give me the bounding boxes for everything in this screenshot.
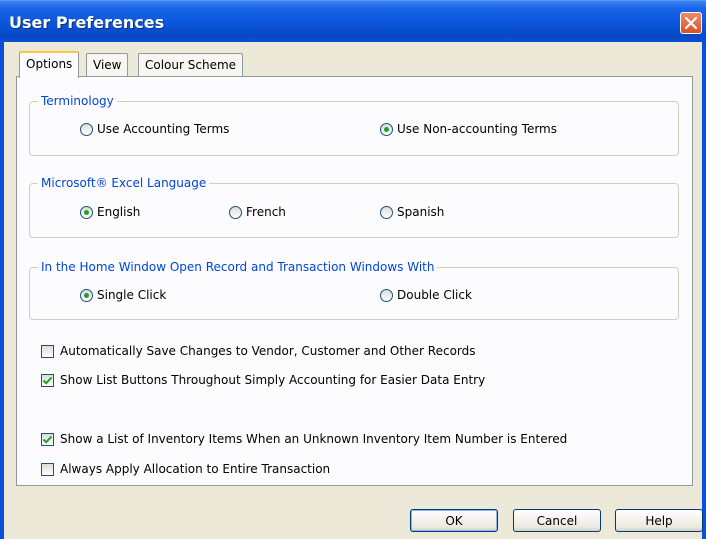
dialog-client: Options View Colour Scheme Terminology U… — [4, 42, 703, 539]
checkbox-box — [41, 344, 54, 358]
tab-colour-scheme[interactable]: Colour Scheme — [138, 53, 244, 77]
user-preferences-window: User Preferences Options View Colour Sch… — [0, 0, 706, 539]
checkbox-box — [41, 462, 54, 476]
checkbox-box — [41, 373, 54, 387]
ok-button[interactable]: OK — [410, 509, 498, 532]
radio-label: Use Non-accounting Terms — [397, 122, 558, 136]
home-window-legend: In the Home Window Open Record and Trans… — [38, 260, 438, 274]
radio-circle-selected — [80, 288, 93, 302]
radio-circle-selected — [80, 205, 93, 219]
radio-label: French — [246, 205, 286, 219]
checkbox-label: Always Apply Allocation to Entire Transa… — [60, 462, 331, 476]
radio-use-non-accounting-terms[interactable]: Use Non-accounting Terms — [380, 122, 557, 136]
home-window-group: In the Home Window Open Record and Trans… — [29, 260, 679, 320]
tab-options[interactable]: Options — [19, 51, 80, 78]
close-icon — [684, 16, 698, 30]
checkbox-label: Show a List of Inventory Items When an U… — [60, 432, 568, 446]
terminology-group: Terminology Use Accounting Terms Use Non… — [29, 94, 679, 156]
checkbox-auto-save-changes[interactable]: Automatically Save Changes to Vendor, Cu… — [41, 344, 476, 358]
radio-label: English — [97, 205, 141, 219]
close-button[interactable] — [680, 12, 702, 34]
radio-french[interactable]: French — [229, 205, 286, 219]
radio-label: Single Click — [97, 288, 167, 302]
checkbox-show-list-buttons[interactable]: Show List Buttons Throughout Simply Acco… — [41, 373, 485, 387]
excel-language-group: Microsoft® Excel Language English French… — [29, 176, 679, 238]
radio-double-click[interactable]: Double Click — [380, 288, 472, 302]
cancel-button[interactable]: Cancel — [513, 509, 601, 532]
tab-view[interactable]: View — [86, 53, 129, 77]
radio-spanish[interactable]: Spanish — [380, 205, 444, 219]
checkbox-box — [41, 432, 54, 446]
radio-circle — [229, 205, 242, 219]
radio-circle — [380, 205, 393, 219]
window-title: User Preferences — [9, 13, 165, 32]
radio-circle-selected — [380, 122, 393, 136]
radio-english[interactable]: English — [80, 205, 140, 219]
radio-label: Use Accounting Terms — [97, 122, 230, 136]
radio-circle — [80, 122, 93, 136]
checkbox-show-inventory-list[interactable]: Show a List of Inventory Items When an U… — [41, 432, 567, 446]
radio-use-accounting-terms[interactable]: Use Accounting Terms — [80, 122, 229, 136]
terminology-legend: Terminology — [38, 94, 117, 108]
title-bar[interactable]: User Preferences — [0, 0, 706, 42]
checkbox-label: Automatically Save Changes to Vendor, Cu… — [60, 344, 476, 358]
check-mark-icon — [42, 376, 53, 385]
radio-single-click[interactable]: Single Click — [80, 288, 166, 302]
checkbox-always-apply-allocation[interactable]: Always Apply Allocation to Entire Transa… — [41, 462, 330, 476]
help-button[interactable]: Help — [615, 509, 703, 532]
check-mark-icon — [42, 435, 53, 444]
radio-label: Double Click — [397, 288, 472, 302]
radio-circle — [380, 288, 393, 302]
checkbox-label: Show List Buttons Throughout Simply Acco… — [60, 373, 486, 387]
radio-label: Spanish — [397, 205, 445, 219]
excel-language-legend: Microsoft® Excel Language — [38, 176, 210, 190]
